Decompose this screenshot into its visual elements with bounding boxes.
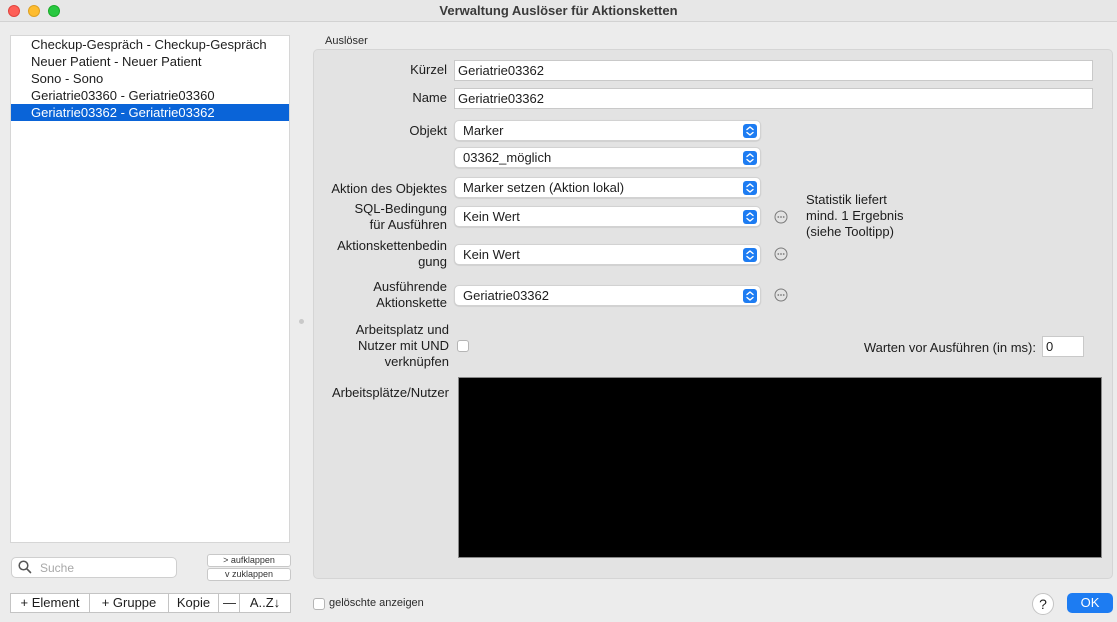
group-title: Auslöser bbox=[325, 35, 368, 47]
sql-select[interactable]: Kein Wert bbox=[454, 206, 761, 227]
aktion-select-value: Marker setzen (Aktion lokal) bbox=[463, 180, 625, 195]
und-verknuepfen-label-line-1: Arbeitsplatz und bbox=[355, 322, 449, 337]
chevron-updown-icon bbox=[743, 151, 757, 165]
sql-label-line-2: für Ausführen bbox=[369, 217, 447, 232]
show-deleted-checkbox[interactable] bbox=[313, 598, 325, 610]
arbeitsplaetze-label: Arbeitsplätze/Nutzer bbox=[331, 385, 449, 400]
ok-button[interactable]: OK bbox=[1067, 593, 1113, 613]
title-bar: Verwaltung Auslöser für Aktionsketten bbox=[0, 0, 1117, 22]
ausfuehrende-aktionskette-label: Ausführende Aktionskette bbox=[317, 279, 447, 311]
search-field[interactable] bbox=[11, 557, 177, 578]
kuerzel-label: Kürzel bbox=[410, 62, 447, 77]
statistics-hint-line-3: (siehe Tooltipp) bbox=[806, 224, 894, 239]
sql-label-line-1: SQL-Bedingung bbox=[354, 201, 447, 216]
trigger-list[interactable]: Checkup-Gespräch - Checkup-Gespräch Neue… bbox=[10, 35, 290, 543]
add-group-button[interactable]: + Gruppe bbox=[89, 593, 169, 613]
help-button[interactable]: ? bbox=[1032, 593, 1054, 615]
name-label: Name bbox=[412, 90, 447, 105]
window-title: Verwaltung Auslöser für Aktionsketten bbox=[439, 3, 678, 18]
und-verknuepfen-label-line-2: Nutzer mit UND bbox=[357, 338, 449, 353]
expand-button[interactable]: > aufklappen bbox=[207, 554, 291, 567]
aktion-label: Aktion des Objektes bbox=[331, 181, 447, 196]
chevron-updown-icon bbox=[743, 210, 757, 224]
list-item-selected[interactable]: Geriatrie03362 - Geriatrie03362 bbox=[11, 104, 289, 121]
search-icon bbox=[18, 560, 32, 574]
more-options-icon[interactable] bbox=[774, 288, 788, 302]
sql-label: SQL-Bedingung für Ausführen bbox=[317, 201, 447, 233]
more-options-icon[interactable] bbox=[774, 247, 788, 261]
objekt-sub-select-value: 03362_möglich bbox=[463, 150, 552, 165]
copy-button[interactable]: Kopie bbox=[168, 593, 219, 613]
aktionskettenbedingung-label: Aktionskettenbedin gung bbox=[317, 238, 447, 270]
kuerzel-field[interactable]: Geriatrie03362 bbox=[454, 60, 1093, 81]
list-item[interactable]: Geriatrie03360 - Geriatrie03360 bbox=[11, 87, 289, 104]
warten-label: Warten vor Ausführen (in ms): bbox=[863, 340, 1036, 355]
warten-field[interactable]: 0 bbox=[1042, 336, 1084, 357]
objekt-sub-select[interactable]: 03362_möglich bbox=[454, 147, 761, 168]
sort-button[interactable]: A..Z↓ bbox=[239, 593, 291, 613]
chevron-updown-icon bbox=[743, 248, 757, 262]
aktion-select[interactable]: Marker setzen (Aktion lokal) bbox=[454, 177, 761, 198]
aktionskettenbedingung-select-value: Kein Wert bbox=[463, 247, 520, 262]
chevron-updown-icon bbox=[743, 181, 757, 195]
show-deleted-label: gelöschte anzeigen bbox=[329, 597, 424, 609]
search-input[interactable] bbox=[38, 560, 173, 576]
sql-select-value: Kein Wert bbox=[463, 209, 520, 224]
und-verknuepfen-label: Arbeitsplatz und Nutzer mit UND verknüpf… bbox=[317, 322, 449, 370]
chevron-updown-icon bbox=[743, 289, 757, 303]
und-verknuepfen-label-line-3: verknüpfen bbox=[384, 354, 449, 369]
und-verknuepfen-checkbox[interactable] bbox=[457, 340, 469, 352]
aktionskettenbedingung-label-line-2: gung bbox=[418, 254, 447, 269]
ausfuehrende-aktionskette-select-value: Geriatrie03362 bbox=[463, 288, 549, 303]
statistics-hint-line-2: mind. 1 Ergebnis bbox=[806, 208, 904, 223]
statistics-hint-line-1: Statistik liefert bbox=[806, 192, 887, 207]
remove-button[interactable]: — bbox=[218, 593, 240, 613]
aktionskettenbedingung-label-line-1: Aktionskettenbedin bbox=[337, 238, 447, 253]
list-item[interactable]: Neuer Patient - Neuer Patient bbox=[11, 53, 289, 70]
more-options-icon[interactable] bbox=[774, 210, 788, 224]
ausfuehrende-aktionskette-select[interactable]: Geriatrie03362 bbox=[454, 285, 761, 306]
chevron-updown-icon bbox=[743, 124, 757, 138]
splitter-handle[interactable] bbox=[299, 319, 304, 324]
collapse-button[interactable]: v zuklappen bbox=[207, 568, 291, 581]
name-field[interactable]: Geriatrie03362 bbox=[454, 88, 1093, 109]
aktionskettenbedingung-select[interactable]: Kein Wert bbox=[454, 244, 761, 265]
list-item[interactable]: Checkup-Gespräch - Checkup-Gespräch bbox=[11, 36, 289, 53]
statistics-hint: Statistik liefert mind. 1 Ergebnis (sieh… bbox=[806, 192, 904, 240]
bottom-toolbar: + Element + Gruppe Kopie — A..Z↓ bbox=[10, 593, 291, 613]
ausfuehrende-aktionskette-label-line-1: Ausführende bbox=[373, 279, 447, 294]
ausfuehrende-aktionskette-label-line-2: Aktionskette bbox=[376, 295, 447, 310]
objekt-select[interactable]: Marker bbox=[454, 120, 761, 141]
add-element-button[interactable]: + Element bbox=[10, 593, 90, 613]
objekt-select-value: Marker bbox=[463, 123, 504, 138]
arbeitsplaetze-list[interactable] bbox=[458, 377, 1102, 558]
list-item[interactable]: Sono - Sono bbox=[11, 70, 289, 87]
objekt-label: Objekt bbox=[409, 123, 447, 138]
